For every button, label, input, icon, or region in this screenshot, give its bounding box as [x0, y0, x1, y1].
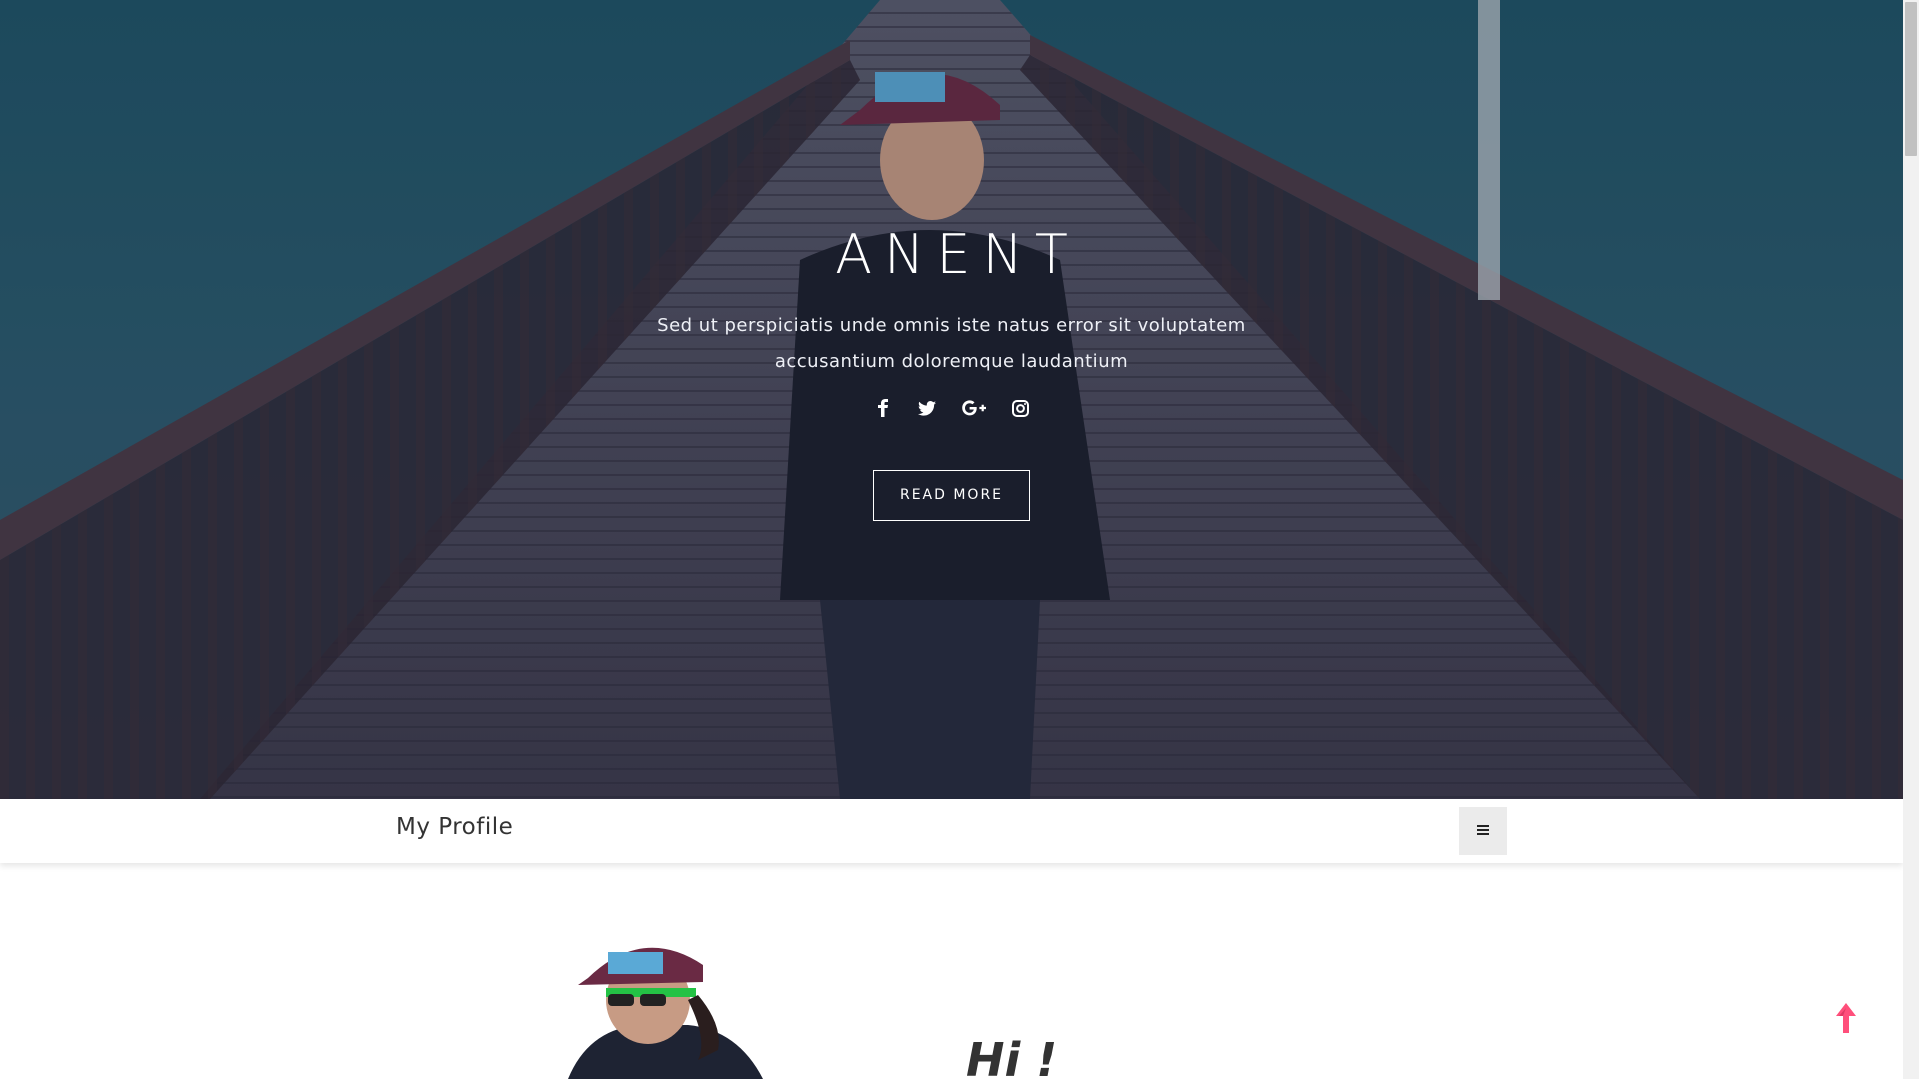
hero-title: ANENT: [835, 223, 1080, 286]
hamburger-menu-icon: [1477, 824, 1489, 839]
google-plus-icon[interactable]: [959, 396, 989, 420]
instagram-icon[interactable]: [1009, 396, 1033, 420]
greeting-heading: Hi !: [966, 1033, 1058, 1079]
twitter-icon[interactable]: [915, 396, 939, 420]
navbar: My Profile: [0, 799, 1903, 863]
facebook-icon[interactable]: [871, 396, 895, 420]
read-more-button[interactable]: READ MORE: [872, 470, 1031, 521]
hero-content: ANENT Sed ut perspiciatis unde omnis ist…: [0, 220, 1903, 521]
hero-subtitle: Sed ut perspiciatis unde omnis iste natu…: [657, 315, 1246, 372]
profile-photo: [548, 930, 778, 1079]
hero-banner: ANENT Sed ut perspiciatis unde omnis ist…: [0, 0, 1903, 799]
back-to-top-icon[interactable]: [1834, 1002, 1858, 1034]
brand-link[interactable]: My Profile: [396, 814, 513, 840]
social-links: [0, 396, 1903, 420]
page-scrollbar[interactable]: [1903, 0, 1919, 1079]
menu-toggle-button[interactable]: [1459, 807, 1507, 855]
scrollbar-thumb[interactable]: [1905, 2, 1917, 156]
